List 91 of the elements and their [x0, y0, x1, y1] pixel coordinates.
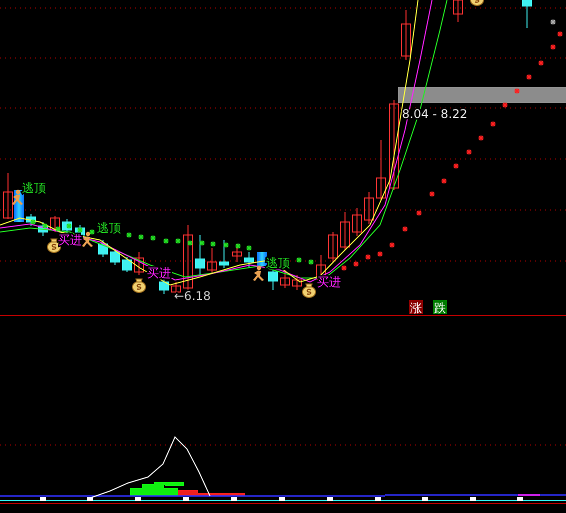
tick-marker — [517, 497, 523, 501]
star-marker — [452, 162, 460, 170]
signal-bar — [257, 252, 267, 266]
star-marker — [466, 148, 472, 156]
star-marker — [416, 210, 422, 216]
candlestick — [98, 240, 108, 258]
candlestick — [244, 252, 254, 268]
candlestick — [62, 218, 72, 234]
star-marker — [210, 240, 216, 248]
star-marker — [352, 260, 360, 268]
money-bag-icon — [302, 284, 316, 298]
star-marker — [376, 250, 384, 258]
tick-marker — [279, 497, 285, 501]
candlestick — [134, 252, 144, 276]
candlestick — [219, 240, 229, 268]
candlestick — [195, 234, 205, 276]
candlestick — [401, 10, 411, 60]
candlestick — [328, 232, 338, 262]
star-marker — [550, 44, 556, 50]
star-marker — [550, 18, 556, 26]
star-marker — [88, 228, 96, 236]
star-marker — [246, 244, 252, 252]
candlestick — [3, 172, 13, 220]
star-marker — [174, 238, 182, 244]
legend-tag: 跌 — [433, 300, 447, 315]
tick-marker — [422, 497, 428, 501]
candlestick — [159, 278, 169, 294]
star-marker — [126, 232, 132, 238]
star-marker — [478, 134, 484, 142]
star-marker — [490, 120, 496, 128]
signal-label: 买进 — [58, 233, 82, 247]
candlestick — [50, 216, 60, 232]
tick-marker — [87, 497, 93, 501]
money-bag-icon — [470, 0, 484, 6]
star-marker — [514, 88, 520, 94]
star-marker — [162, 238, 170, 244]
candlestick — [268, 270, 278, 290]
star-marker — [364, 254, 372, 260]
candlestick — [376, 140, 386, 200]
star-marker — [402, 226, 408, 232]
running-man-icon — [82, 232, 93, 247]
star-marker — [234, 242, 242, 250]
candlestick — [183, 224, 193, 292]
running-man-icon — [253, 266, 264, 281]
candlestick — [38, 222, 48, 236]
signal-label: 逃顶 — [97, 221, 121, 235]
candlestick — [110, 248, 120, 266]
star-marker — [296, 256, 302, 264]
candlestick — [122, 256, 132, 272]
money-bag-icon — [132, 278, 146, 293]
candlestick — [340, 212, 350, 250]
star-marker — [76, 226, 84, 234]
star-marker — [30, 218, 36, 226]
tick-marker — [40, 497, 46, 501]
candlestick — [453, 0, 463, 22]
running-man-icon — [12, 190, 23, 205]
star-marker — [150, 234, 156, 242]
price-label: ←6.18 — [174, 289, 211, 303]
candlestick — [364, 192, 374, 224]
star-marker — [138, 234, 144, 240]
legend-tag: 涨 — [409, 300, 423, 315]
star-marker — [340, 264, 348, 272]
star-marker — [222, 242, 230, 248]
tick-marker — [470, 497, 476, 501]
candlestick — [26, 214, 36, 226]
star-marker — [186, 240, 194, 246]
star-marker — [556, 30, 564, 38]
star-marker — [538, 60, 544, 66]
star-marker — [308, 258, 314, 266]
star-marker — [428, 190, 436, 198]
candlestick — [292, 274, 302, 290]
tick-marker — [183, 497, 189, 501]
candlestick — [280, 270, 290, 288]
tick-marker — [135, 497, 141, 501]
tick-marker — [375, 497, 381, 501]
star-marker — [526, 74, 532, 80]
candlestick — [232, 244, 242, 262]
star-marker — [440, 178, 448, 184]
signal-label: 逃顶 — [22, 181, 46, 195]
star-marker — [66, 222, 72, 230]
candlestick — [522, 0, 532, 28]
candlestick — [352, 208, 362, 236]
signal-label: 买进 — [317, 275, 341, 289]
star-marker — [198, 240, 206, 246]
star-marker — [54, 226, 62, 232]
star-marker — [502, 102, 508, 108]
tick-marker — [231, 497, 237, 501]
star-marker — [42, 222, 48, 230]
star-marker — [388, 242, 396, 248]
candlestick — [207, 248, 217, 274]
tick-marker — [327, 497, 333, 501]
